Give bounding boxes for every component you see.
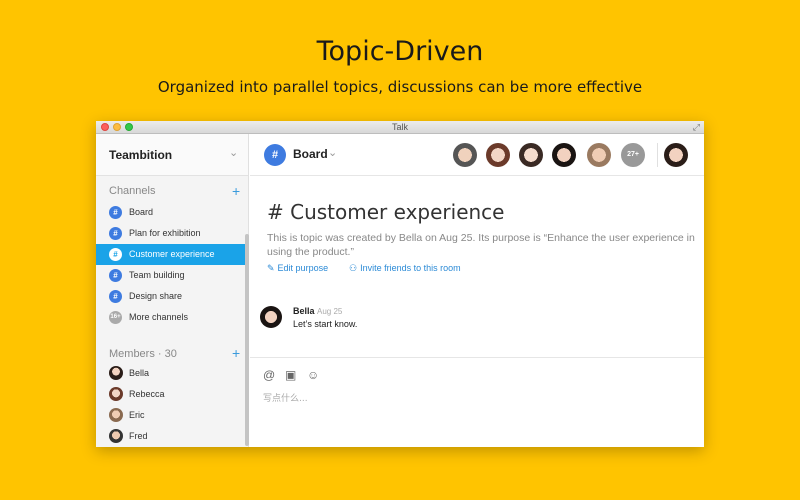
topic-title: # Customer experience xyxy=(267,200,505,224)
room-header: # Board ⌄ 27+ xyxy=(250,134,704,176)
message-timestamp: Aug 25 xyxy=(317,307,343,316)
invite-friends-label: Invite friends to this room xyxy=(360,263,461,273)
mention-icon[interactable]: @ xyxy=(263,368,275,382)
channel-label: Plan for exhibition xyxy=(129,228,201,238)
channel-label: Design share xyxy=(129,291,183,301)
emoji-icon[interactable]: ☺ xyxy=(307,368,319,382)
avatar xyxy=(109,429,123,443)
fullscreen-icon[interactable]: ⤢ xyxy=(693,122,700,133)
pencil-icon: ✎ xyxy=(267,263,275,273)
channel-item-more-channels[interactable]: 16+ More channels xyxy=(96,307,245,328)
topic-description: This is topic was created by Bella on Au… xyxy=(267,232,695,258)
avatar xyxy=(109,408,123,422)
member-name: Fred xyxy=(129,431,148,441)
window-title: Talk xyxy=(391,122,408,132)
message-text: Let’s start know. xyxy=(293,319,358,329)
channel-item-plan-for-exhibition[interactable]: # Plan for exhibition xyxy=(96,223,245,244)
main-panel: # Board ⌄ 27+ # Customer experience This… xyxy=(250,134,704,447)
sidebar: Teambition ⌄ Channels + # Board # Plan f… xyxy=(96,134,249,447)
hash-icon: # xyxy=(109,269,122,282)
hash-icon: # xyxy=(109,227,122,240)
add-member-button[interactable]: + xyxy=(232,346,240,360)
room-name[interactable]: Board xyxy=(293,147,328,161)
more-members-badge[interactable]: 27+ xyxy=(621,143,645,167)
avatar[interactable] xyxy=(260,306,282,328)
message-author[interactable]: Bella xyxy=(293,306,315,316)
person-add-icon: ⚇ xyxy=(349,263,358,273)
avatar[interactable] xyxy=(486,143,510,167)
members-heading: Members · 30 xyxy=(109,348,177,360)
avatar xyxy=(109,366,123,380)
member-item-bella[interactable]: Bella xyxy=(96,363,245,384)
channel-label: Board xyxy=(129,207,154,217)
channel-label: Customer experience xyxy=(129,249,215,259)
avatar xyxy=(109,387,123,401)
member-name: Rebecca xyxy=(129,389,165,399)
channel-item-team-building[interactable]: # Team building xyxy=(96,265,245,286)
avatar[interactable] xyxy=(552,143,576,167)
hash-icon: # xyxy=(109,206,122,219)
message-input[interactable]: 写点什么... xyxy=(263,391,308,404)
member-name: Eric xyxy=(129,410,145,420)
room-hash-icon: # xyxy=(264,144,286,166)
hero-title: Topic-Driven xyxy=(316,36,484,67)
member-item-eric[interactable]: Eric xyxy=(96,405,245,426)
channel-item-board[interactable]: # Board xyxy=(96,202,245,223)
message-composer[interactable]: @ ▣ ☺ 写点什么... xyxy=(250,357,704,447)
channels-heading: Channels xyxy=(109,185,156,197)
title-bar: Talk ⤢ xyxy=(96,121,704,134)
chevron-down-icon: ⌄ xyxy=(229,147,239,159)
image-icon[interactable]: ▣ xyxy=(285,368,296,382)
member-name: Bella xyxy=(129,368,150,378)
channel-item-customer-experience[interactable]: # Customer experience xyxy=(96,244,245,265)
invite-friends-link[interactable]: ⚇ Invite friends to this room xyxy=(349,263,461,274)
channel-label: Team building xyxy=(129,270,185,280)
current-user-avatar[interactable] xyxy=(664,143,688,167)
org-name: Teambition xyxy=(109,148,173,162)
member-item-fred[interactable]: Fred xyxy=(96,426,245,447)
avatar[interactable] xyxy=(519,143,543,167)
hash-icon: # xyxy=(109,248,122,261)
sidebar-scrollbar[interactable] xyxy=(245,234,249,446)
hash-icon: # xyxy=(109,290,122,303)
channel-label: More channels xyxy=(129,312,189,322)
edit-purpose-link[interactable]: ✎ Edit purpose xyxy=(267,263,328,274)
add-channel-button[interactable]: + xyxy=(232,184,240,198)
avatar[interactable] xyxy=(587,143,611,167)
more-channels-count-badge: 16+ xyxy=(109,311,122,324)
app-window: Talk ⤢ Teambition ⌄ Channels + # Board #… xyxy=(96,121,704,447)
channel-item-design-share[interactable]: # Design share xyxy=(96,286,245,307)
edit-purpose-label: Edit purpose xyxy=(277,263,329,273)
member-item-rebecca[interactable]: Rebecca xyxy=(96,384,245,405)
chevron-down-icon[interactable]: ⌄ xyxy=(328,146,337,159)
org-switcher[interactable]: Teambition ⌄ xyxy=(96,134,248,176)
header-divider xyxy=(657,143,658,167)
avatar[interactable] xyxy=(453,143,477,167)
hero-subtitle: Organized into parallel topics, discussi… xyxy=(157,78,643,96)
